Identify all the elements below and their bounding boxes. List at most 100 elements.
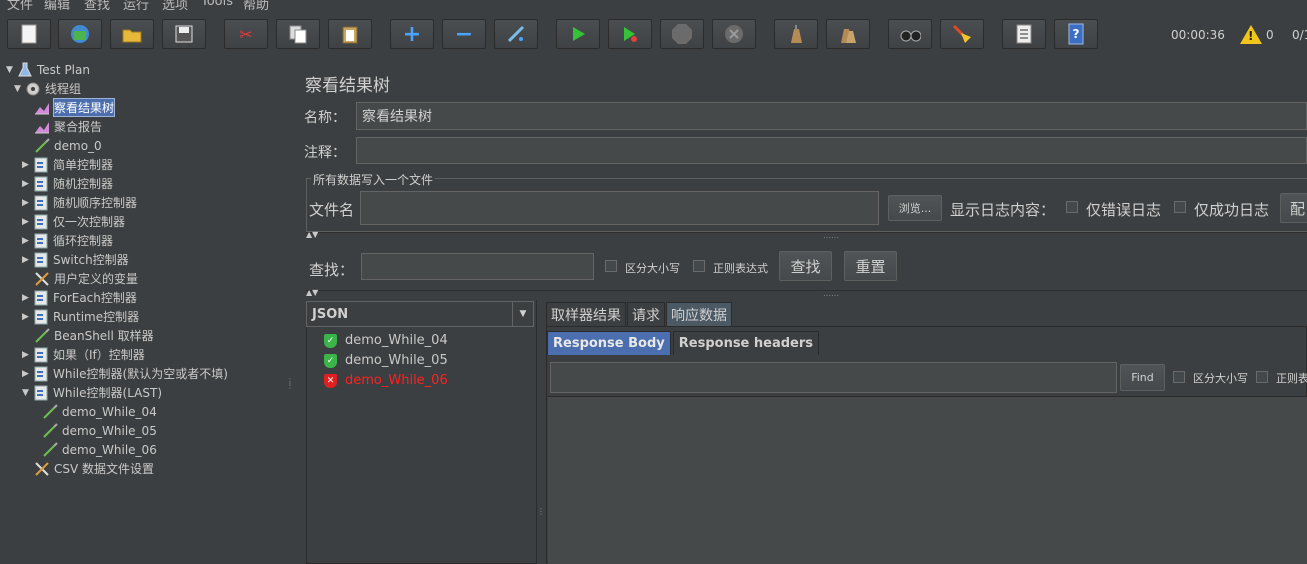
browse-button[interactable]: 浏览...: [888, 195, 942, 221]
collapse-arrows-1[interactable]: ▲▼: [306, 230, 318, 239]
find-input[interactable]: [550, 362, 1117, 393]
success-only-checkbox[interactable]: [1174, 201, 1186, 213]
stop-button[interactable]: [660, 19, 704, 49]
templates-button[interactable]: [58, 19, 102, 49]
menu-search[interactable]: 查找: [84, 0, 110, 10]
case-sensitive-label: 区分大小写: [625, 262, 680, 275]
tree-node[interactable]: CSV 数据文件设置: [34, 459, 154, 478]
find-regex-checkbox[interactable]: [1256, 371, 1268, 383]
response-body-area[interactable]: [548, 396, 1307, 564]
tree-node[interactable]: demo_While_06: [42, 440, 157, 459]
tree-node[interactable]: ▶ While控制器(默认为空或者不填): [22, 364, 228, 383]
tree-node[interactable]: demo_0: [34, 136, 102, 155]
find-case-checkbox[interactable]: [1173, 371, 1185, 383]
tree-node[interactable]: ▶ 随机控制器: [22, 174, 113, 193]
tree-node[interactable]: ▶ 循环控制器: [22, 231, 113, 250]
configure-button[interactable]: 配: [1280, 193, 1307, 223]
paste-button[interactable]: [328, 19, 372, 49]
tab-sampler-result[interactable]: 取样器结果: [546, 302, 626, 326]
tab-response-body[interactable]: Response Body: [547, 331, 671, 355]
function-helper-button[interactable]: [1002, 19, 1046, 49]
main-splitter[interactable]: ⋮ ⋮: [283, 60, 294, 563]
success-only-label: 仅成功日志: [1194, 201, 1270, 219]
tree-node[interactable]: ▼ 线程组: [14, 79, 81, 98]
tree-node[interactable]: ▶ ForEach控制器: [22, 288, 137, 307]
tree-node[interactable]: ▶ 如果（If）控制器: [22, 345, 145, 364]
tree-node[interactable]: ▶ 随机顺序控制器: [22, 193, 137, 212]
help-button[interactable]: ?: [1054, 19, 1098, 49]
expanded-arrow-icon[interactable]: ▼: [6, 65, 17, 75]
renderer-select[interactable]: JSON ▼: [306, 301, 534, 327]
open-button[interactable]: [110, 19, 154, 49]
expanded-arrow-icon[interactable]: ▼: [22, 388, 33, 398]
tree-node[interactable]: ▼ While控制器(LAST): [22, 383, 162, 402]
new-button[interactable]: [7, 19, 51, 49]
find-button[interactable]: 查找: [779, 251, 832, 281]
collapsed-arrow-icon[interactable]: ▶: [22, 369, 33, 379]
filename-field[interactable]: [360, 191, 879, 225]
start-button[interactable]: [556, 19, 600, 49]
result-item-label: demo_While_06: [345, 373, 448, 388]
menu-edit[interactable]: 编辑: [44, 0, 70, 10]
collapsed-arrow-icon[interactable]: ▶: [22, 198, 33, 208]
reset-search-button[interactable]: [940, 19, 984, 49]
collapse-arrows-2[interactable]: ▲▼: [306, 288, 318, 297]
menu-file[interactable]: 文件: [7, 0, 33, 10]
menu-run[interactable]: 运行: [123, 0, 149, 10]
tree-node[interactable]: ▶ 简单控制器: [22, 155, 113, 174]
clear-button[interactable]: [774, 19, 818, 49]
clear-all-button[interactable]: [826, 19, 870, 49]
tree-node[interactable]: 用户定义的变量: [34, 269, 138, 288]
collapsed-arrow-icon[interactable]: ▶: [22, 160, 33, 170]
comment-field[interactable]: [356, 137, 1307, 164]
case-sensitive-checkbox[interactable]: [605, 260, 617, 272]
search-input[interactable]: [361, 253, 594, 280]
search-button[interactable]: [888, 19, 932, 49]
shutdown-button[interactable]: [712, 19, 756, 49]
tree-node[interactable]: ▶ 仅一次控制器: [22, 212, 125, 231]
save-button[interactable]: [162, 19, 206, 49]
cut-button[interactable]: ✂: [224, 19, 268, 49]
find-text-button[interactable]: Find: [1120, 364, 1165, 391]
result-item[interactable]: ✕ demo_While_06: [324, 373, 448, 388]
name-field[interactable]: 察看结果树: [356, 102, 1307, 130]
result-item[interactable]: ✓ demo_While_05: [324, 353, 448, 368]
collapsed-arrow-icon[interactable]: ▶: [22, 312, 33, 322]
controller-icon: [33, 309, 49, 325]
collapsed-arrow-icon[interactable]: ▶: [22, 293, 33, 303]
tab-request[interactable]: 请求: [627, 302, 665, 326]
tree-node[interactable]: ▶ Runtime控制器: [22, 307, 139, 326]
collapsed-arrow-icon[interactable]: ▶: [22, 217, 33, 227]
errors-only-checkbox[interactable]: [1066, 201, 1078, 213]
tree-node[interactable]: ▼ Test Plan: [6, 60, 90, 79]
tree-node[interactable]: 察看结果树: [34, 98, 116, 117]
tab-response-data[interactable]: 响应数据: [666, 302, 732, 326]
expand-button[interactable]: +: [390, 19, 434, 49]
grip-2: ⋯⋯: [823, 291, 839, 300]
start-no-pause-button[interactable]: [608, 19, 652, 49]
menu-help[interactable]: 帮助: [243, 0, 269, 10]
result-item[interactable]: ✓ demo_While_04: [324, 333, 448, 348]
tree-node[interactable]: ▶ Switch控制器: [22, 250, 129, 269]
tree-node[interactable]: 聚合报告: [34, 117, 102, 136]
result-splitter[interactable]: ⋮: [535, 300, 546, 563]
collapsed-arrow-icon[interactable]: ▶: [22, 179, 33, 189]
sampler-icon: [42, 441, 58, 458]
tree-node[interactable]: demo_While_04: [42, 402, 157, 421]
collapse-button[interactable]: −: [442, 19, 486, 49]
collapsed-arrow-icon[interactable]: ▶: [22, 236, 33, 246]
regex-checkbox[interactable]: [693, 260, 705, 272]
collapsed-arrow-icon[interactable]: ▶: [22, 350, 33, 360]
reset-button[interactable]: 重置: [844, 251, 897, 281]
toggle-button[interactable]: [494, 19, 538, 49]
expanded-arrow-icon[interactable]: ▼: [14, 84, 25, 94]
menu-options[interactable]: 选项: [162, 0, 188, 10]
tree-node[interactable]: demo_While_05: [42, 421, 157, 440]
find-case-label: 区分大小写: [1193, 372, 1248, 385]
result-item-label: demo_While_04: [345, 333, 448, 348]
tree-node[interactable]: BeanShell 取样器: [34, 326, 154, 345]
collapsed-arrow-icon[interactable]: ▶: [22, 255, 33, 265]
copy-button[interactable]: [276, 19, 320, 49]
tab-response-headers[interactable]: Response headers: [672, 331, 820, 355]
menu-tools[interactable]: Tools: [201, 0, 233, 9]
